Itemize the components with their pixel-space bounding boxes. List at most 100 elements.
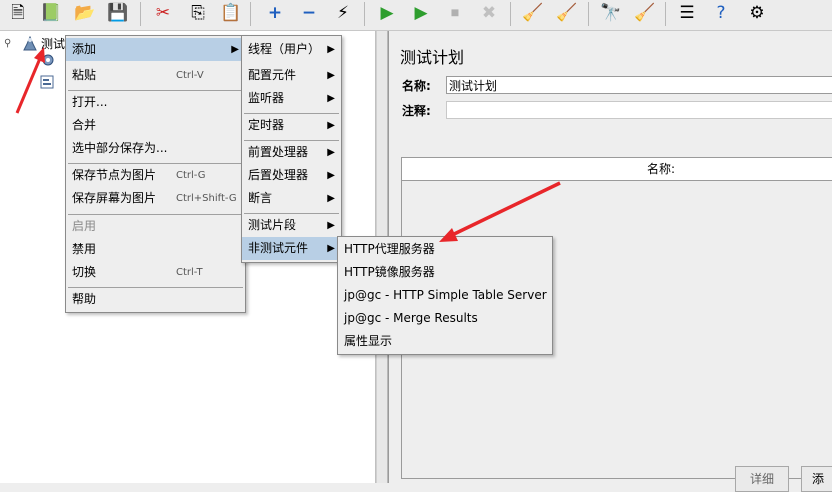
tree-root-node[interactable]: ⚲ 测试 bbox=[4, 35, 65, 52]
menu-item-label: HTTP镜像服务器 bbox=[344, 265, 435, 279]
menu-item[interactable]: 监听器 ▶ bbox=[242, 87, 341, 110]
toggle-button[interactable]: ⚡ bbox=[330, 0, 356, 26]
menu-item[interactable]: 前置处理器 ▶ bbox=[242, 141, 341, 164]
function-helper-button[interactable]: ☰ bbox=[674, 0, 700, 26]
menu-item[interactable]: 粘贴 Ctrl-V bbox=[66, 64, 245, 87]
copy-button[interactable]: ⎘ bbox=[185, 0, 211, 26]
menu-item[interactable]: jp@gc - Merge Results bbox=[338, 307, 552, 330]
function-helper-icon: ☰ bbox=[679, 3, 695, 23]
start-button[interactable]: ▶ bbox=[374, 0, 400, 26]
menu-separator bbox=[68, 90, 243, 91]
menu-item[interactable]: 打开... bbox=[66, 91, 245, 114]
table-header: 名称: bbox=[402, 158, 832, 181]
menu-item[interactable]: 配置元件 ▶ bbox=[242, 64, 341, 87]
menu-item-shortcut: Ctrl+Shift-G bbox=[176, 193, 237, 204]
menu-item[interactable]: 定时器 ▶ bbox=[242, 114, 341, 137]
menu-item[interactable]: 测试片段 ▶ bbox=[242, 214, 341, 237]
tree-child-item[interactable] bbox=[40, 75, 54, 89]
workbench-icon bbox=[40, 53, 56, 67]
submenu-arrow-icon: ▶ bbox=[327, 44, 335, 55]
menu-separator bbox=[68, 163, 243, 164]
tree-expand-icon[interactable]: ⚲ bbox=[4, 38, 18, 49]
start-icon: ▶ bbox=[380, 3, 394, 23]
submenu-arrow-icon: ▶ bbox=[327, 70, 335, 81]
menu-item[interactable]: 添加 ▶ bbox=[66, 38, 245, 61]
templates-button[interactable]: 📗 bbox=[38, 0, 64, 26]
save-icon: 💾 bbox=[107, 3, 129, 23]
help-icon: ? bbox=[716, 3, 726, 23]
menu-item-label: 线程（用户） bbox=[248, 42, 321, 56]
menu-separator bbox=[68, 214, 243, 215]
toolbar-separator bbox=[588, 2, 589, 26]
collapse-button[interactable]: − bbox=[296, 0, 322, 26]
clear-button[interactable]: 🧹 bbox=[520, 0, 546, 26]
menu-item[interactable]: HTTP代理服务器 bbox=[338, 238, 552, 261]
submenu-arrow-icon: ▶ bbox=[327, 170, 335, 181]
save-button[interactable]: 💾 bbox=[105, 0, 131, 26]
submenu-arrow-icon: ▶ bbox=[231, 44, 239, 55]
menu-item[interactable]: 切换 Ctrl-T bbox=[66, 261, 245, 284]
menu-item-label: 断言 bbox=[248, 191, 273, 205]
menu-item-shortcut: Ctrl-V bbox=[176, 70, 204, 81]
add-submenu: 线程（用户） ▶ 配置元件 ▶ 监听器 ▶ 定时器 ▶ 前置处理器 ▶ 后置处理器 ▶ 断言 ▶ 测试片段 ▶… bbox=[241, 35, 342, 263]
menu-item[interactable]: 保存节点为图片 Ctrl-G bbox=[66, 164, 245, 187]
stop-button[interactable]: ⏹ bbox=[442, 0, 468, 26]
help-button[interactable]: ? bbox=[708, 0, 734, 26]
menu-item[interactable]: 非测试元件 ▶ bbox=[242, 237, 341, 260]
menu-item-label: 保存屏幕为图片 bbox=[72, 191, 157, 205]
toolbar-separator bbox=[665, 2, 666, 26]
paste-button[interactable]: 📋 bbox=[218, 0, 244, 26]
collapse-icon: − bbox=[301, 3, 317, 23]
clear-all-button[interactable]: 🧹 bbox=[554, 0, 580, 26]
search-button[interactable]: 🔭 bbox=[598, 0, 624, 26]
reset-search-button[interactable]: 🧹 bbox=[632, 0, 658, 26]
shutdown-button[interactable]: ✖ bbox=[476, 0, 502, 26]
menu-item[interactable]: jp@gc - HTTP Simple Table Server bbox=[338, 284, 552, 307]
toggle-icon: ⚡ bbox=[337, 3, 349, 23]
menu-item-label: 切换 bbox=[72, 265, 97, 279]
submenu-arrow-icon: ▶ bbox=[327, 147, 335, 158]
menu-item[interactable]: 后置处理器 ▶ bbox=[242, 164, 341, 187]
clear-all-icon: 🧹 bbox=[556, 3, 578, 23]
paste-icon: 📋 bbox=[220, 3, 242, 23]
menu-item-label: 测试片段 bbox=[248, 218, 297, 232]
menu-item[interactable]: 断言 ▶ bbox=[242, 187, 341, 210]
toolbar-separator bbox=[250, 2, 251, 26]
name-field[interactable]: 测试计划 bbox=[446, 76, 832, 94]
cut-button[interactable]: ✂ bbox=[150, 0, 176, 26]
workbench-item-icon bbox=[40, 75, 54, 89]
menu-item[interactable]: 帮助 bbox=[66, 288, 245, 311]
menu-item[interactable]: 合并 bbox=[66, 114, 245, 137]
menu-item[interactable]: 保存屏幕为图片 Ctrl+Shift-G bbox=[66, 187, 245, 210]
menu-item[interactable]: 线程（用户） ▶ bbox=[242, 38, 341, 61]
open-button[interactable]: 📂 bbox=[72, 0, 98, 26]
menu-item-label: jp@gc - Merge Results bbox=[344, 311, 478, 325]
add-button[interactable]: 添 bbox=[801, 466, 832, 492]
non-test-elements-submenu: HTTP代理服务器 HTTP镜像服务器 jp@gc - HTTP Simple Ta… bbox=[337, 236, 553, 355]
menu-item[interactable]: 禁用 bbox=[66, 238, 245, 261]
submenu-arrow-icon: ▶ bbox=[327, 120, 335, 131]
menu-item: 启用 bbox=[66, 215, 245, 238]
context-menu: 添加 ▶ 粘贴 Ctrl-V 打开... 合并 选中部分保存为... 保存节点为图片 Ctrl-… bbox=[65, 35, 246, 313]
reset-search-icon: 🧹 bbox=[634, 3, 656, 23]
menu-item[interactable]: HTTP镜像服务器 bbox=[338, 261, 552, 284]
start-no-pauses-button[interactable]: ▶ bbox=[408, 0, 434, 26]
detail-button[interactable]: 详细 bbox=[735, 466, 790, 492]
toolbar-separator bbox=[364, 2, 365, 26]
menu-item-label: 属性显示 bbox=[344, 334, 393, 348]
remote-button[interactable]: ⚙ bbox=[744, 0, 770, 26]
menu-separator bbox=[244, 113, 339, 114]
expand-button[interactable]: + bbox=[262, 0, 288, 26]
tree-child-workbench[interactable] bbox=[40, 53, 56, 67]
menu-item-label: 后置处理器 bbox=[248, 168, 309, 182]
toolbar-separator bbox=[140, 2, 141, 26]
menu-item[interactable]: 选中部分保存为... bbox=[66, 137, 245, 160]
new-icon: 🗎 bbox=[11, 3, 25, 23]
tree-root-label[interactable]: 测试 bbox=[41, 35, 65, 52]
table-header-name: 名称: bbox=[647, 162, 676, 176]
menu-item-label: HTTP代理服务器 bbox=[344, 242, 435, 256]
new-button[interactable]: 🗎 bbox=[5, 0, 31, 26]
menu-item-label: 禁用 bbox=[72, 242, 97, 256]
comment-field[interactable] bbox=[446, 101, 832, 119]
menu-item[interactable]: 属性显示 bbox=[338, 330, 552, 353]
